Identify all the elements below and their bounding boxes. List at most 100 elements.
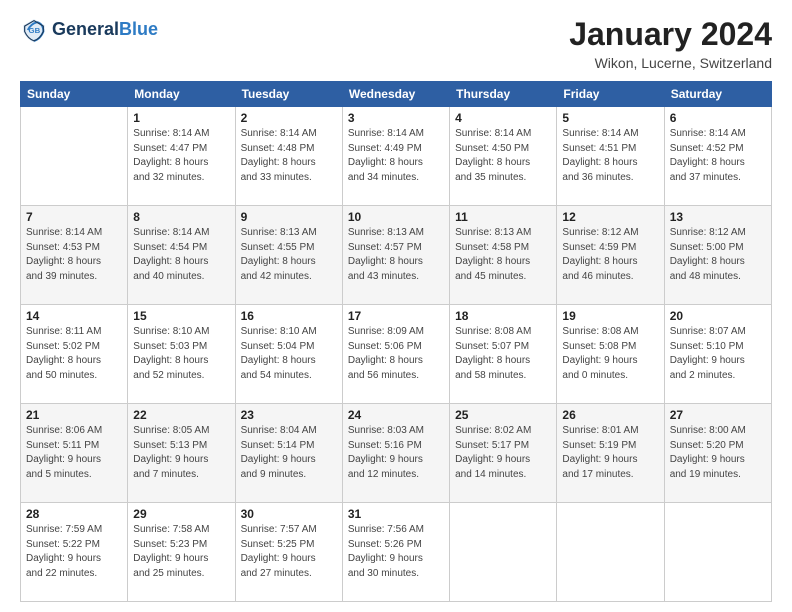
calendar-cell: 16 Sunrise: 8:10 AMSunset: 5:04 PMDayligh…: [235, 305, 342, 404]
calendar-cell: 15Sunrise: 8:10 AMSunset: 5:03 PMDayligh…: [128, 305, 235, 404]
day-info: Sunrise: 8:12 AMSunset: 4:59 PMDaylight:…: [562, 226, 658, 284]
calendar-cell: 13 Sunrise: 8:12 AMSunset: 5:00 PMDayligh…: [664, 206, 771, 305]
day-info: Sunrise: 8:09 AMSunset: 5:06 PMDaylight:…: [348, 325, 444, 383]
day-info: Sunrise: 7:57 AMSunset: 5:25 PMDaylight:…: [241, 523, 337, 581]
day-number: 18: [455, 309, 551, 323]
calendar-cell: 14 Sunrise: 8:11 AMSunset: 5:02 PMDayligh…: [21, 305, 128, 404]
page-subtitle: Wikon, Lucerne, Switzerland: [569, 55, 772, 71]
calendar-cell: 6 Sunrise: 8:14 AMSunset: 4:52 PMDaylight…: [664, 107, 771, 206]
day-number: 5: [562, 111, 658, 125]
day-info: Sunrise: 8:14 AMSunset: 4:50 PMDaylight:…: [455, 127, 551, 185]
day-info: Sunrise: 8:07 AMSunset: 5:10 PMDaylight:…: [670, 325, 766, 383]
calendar-cell: [21, 107, 128, 206]
day-info: Sunrise: 8:14 AMSunset: 4:52 PMDaylight:…: [670, 127, 766, 185]
weekday-header: Monday: [128, 82, 235, 107]
calendar-cell: 10 Sunrise: 8:13 AMSunset: 4:57 PMDayligh…: [342, 206, 449, 305]
calendar-cell: 7 Sunrise: 8:14 AMSunset: 4:53 PMDaylight…: [21, 206, 128, 305]
day-info: Sunrise: 8:14 AMSunset: 4:47 PMDaylight:…: [133, 127, 229, 185]
calendar-cell: [557, 503, 664, 602]
title-block: January 2024 Wikon, Lucerne, Switzerland: [569, 16, 772, 71]
day-number: 13: [670, 210, 766, 224]
logo-text-block: GeneralBlue: [52, 20, 158, 40]
day-info: Sunrise: 8:01 AMSunset: 5:19 PMDaylight:…: [562, 424, 658, 482]
day-number: 12: [562, 210, 658, 224]
day-number: 25: [455, 408, 551, 422]
calendar-cell: [664, 503, 771, 602]
header: GB GeneralBlue January 2024 Wikon, Lucer…: [20, 16, 772, 71]
calendar-cell: 23Sunrise: 8:04 AMSunset: 5:14 PMDayligh…: [235, 404, 342, 503]
day-number: 19: [562, 309, 658, 323]
day-number: 28: [26, 507, 122, 521]
day-info: Sunrise: 8:03 AMSunset: 5:16 PMDaylight:…: [348, 424, 444, 482]
day-info: Sunrise: 8:08 AMSunset: 5:08 PMDaylight:…: [562, 325, 658, 383]
calendar-table: SundayMondayTuesdayWednesdayThursdayFrid…: [20, 81, 772, 602]
day-number: 7: [26, 210, 122, 224]
day-info: Sunrise: 7:59 AMSunset: 5:22 PMDaylight:…: [26, 523, 122, 581]
day-number: 3: [348, 111, 444, 125]
day-number: 10: [348, 210, 444, 224]
day-info: Sunrise: 8:05 AMSunset: 5:13 PMDaylight:…: [133, 424, 229, 482]
calendar-week-row: 21Sunrise: 8:06 AMSunset: 5:11 PMDayligh…: [21, 404, 772, 503]
calendar-cell: 11 Sunrise: 8:13 AMSunset: 4:58 PMDayligh…: [450, 206, 557, 305]
day-info: Sunrise: 7:56 AMSunset: 5:26 PMDaylight:…: [348, 523, 444, 581]
day-number: 9: [241, 210, 337, 224]
logo-text-general: GeneralBlue: [52, 20, 158, 40]
day-number: 24: [348, 408, 444, 422]
calendar-week-row: 7 Sunrise: 8:14 AMSunset: 4:53 PMDaylight…: [21, 206, 772, 305]
logo-icon: GB: [20, 16, 48, 44]
day-number: 22: [133, 408, 229, 422]
calendar-cell: 21Sunrise: 8:06 AMSunset: 5:11 PMDayligh…: [21, 404, 128, 503]
weekday-header: Friday: [557, 82, 664, 107]
day-number: 26: [562, 408, 658, 422]
day-info: Sunrise: 8:11 AMSunset: 5:02 PMDaylight:…: [26, 325, 122, 383]
day-info: Sunrise: 8:14 AMSunset: 4:54 PMDaylight:…: [133, 226, 229, 284]
calendar-cell: 27Sunrise: 8:00 AMSunset: 5:20 PMDayligh…: [664, 404, 771, 503]
day-info: Sunrise: 7:58 AMSunset: 5:23 PMDaylight:…: [133, 523, 229, 581]
day-number: 1: [133, 111, 229, 125]
weekday-header: Saturday: [664, 82, 771, 107]
weekday-header: Wednesday: [342, 82, 449, 107]
day-number: 11: [455, 210, 551, 224]
calendar-cell: 3 Sunrise: 8:14 AMSunset: 4:49 PMDaylight…: [342, 107, 449, 206]
calendar-week-row: 28 Sunrise: 7:59 AMSunset: 5:22 PMDayligh…: [21, 503, 772, 602]
day-info: Sunrise: 8:08 AMSunset: 5:07 PMDaylight:…: [455, 325, 551, 383]
calendar-cell: 5Sunrise: 8:14 AMSunset: 4:51 PMDaylight…: [557, 107, 664, 206]
calendar-cell: 25Sunrise: 8:02 AMSunset: 5:17 PMDayligh…: [450, 404, 557, 503]
day-info: Sunrise: 8:12 AMSunset: 5:00 PMDaylight:…: [670, 226, 766, 284]
calendar-cell: 18 Sunrise: 8:08 AMSunset: 5:07 PMDayligh…: [450, 305, 557, 404]
calendar-cell: 8Sunrise: 8:14 AMSunset: 4:54 PMDaylight…: [128, 206, 235, 305]
day-info: Sunrise: 8:00 AMSunset: 5:20 PMDaylight:…: [670, 424, 766, 482]
day-number: 4: [455, 111, 551, 125]
calendar-cell: 24 Sunrise: 8:03 AMSunset: 5:16 PMDayligh…: [342, 404, 449, 503]
page: GB GeneralBlue January 2024 Wikon, Lucer…: [0, 0, 792, 612]
day-number: 31: [348, 507, 444, 521]
weekday-header: Thursday: [450, 82, 557, 107]
day-number: 16: [241, 309, 337, 323]
day-number: 15: [133, 309, 229, 323]
svg-text:GB: GB: [29, 26, 41, 35]
calendar-cell: 30 Sunrise: 7:57 AMSunset: 5:25 PMDayligh…: [235, 503, 342, 602]
calendar-cell: [450, 503, 557, 602]
calendar-cell: 26 Sunrise: 8:01 AMSunset: 5:19 PMDayligh…: [557, 404, 664, 503]
calendar-cell: 29 Sunrise: 7:58 AMSunset: 5:23 PMDayligh…: [128, 503, 235, 602]
day-number: 21: [26, 408, 122, 422]
day-info: Sunrise: 8:14 AMSunset: 4:49 PMDaylight:…: [348, 127, 444, 185]
calendar-cell: 12 Sunrise: 8:12 AMSunset: 4:59 PMDayligh…: [557, 206, 664, 305]
calendar-cell: 31 Sunrise: 7:56 AMSunset: 5:26 PMDayligh…: [342, 503, 449, 602]
day-info: Sunrise: 8:13 AMSunset: 4:58 PMDaylight:…: [455, 226, 551, 284]
calendar-cell: 28 Sunrise: 7:59 AMSunset: 5:22 PMDayligh…: [21, 503, 128, 602]
calendar-cell: 17Sunrise: 8:09 AMSunset: 5:06 PMDayligh…: [342, 305, 449, 404]
day-number: 30: [241, 507, 337, 521]
day-info: Sunrise: 8:10 AMSunset: 5:04 PMDaylight:…: [241, 325, 337, 383]
day-number: 14: [26, 309, 122, 323]
day-number: 20: [670, 309, 766, 323]
day-info: Sunrise: 8:14 AMSunset: 4:53 PMDaylight:…: [26, 226, 122, 284]
day-number: 29: [133, 507, 229, 521]
day-number: 23: [241, 408, 337, 422]
weekday-header: Tuesday: [235, 82, 342, 107]
day-info: Sunrise: 8:13 AMSunset: 4:55 PMDaylight:…: [241, 226, 337, 284]
day-number: 6: [670, 111, 766, 125]
day-info: Sunrise: 8:13 AMSunset: 4:57 PMDaylight:…: [348, 226, 444, 284]
day-info: Sunrise: 8:14 AMSunset: 4:48 PMDaylight:…: [241, 127, 337, 185]
calendar-week-row: 1 Sunrise: 8:14 AMSunset: 4:47 PMDaylight…: [21, 107, 772, 206]
